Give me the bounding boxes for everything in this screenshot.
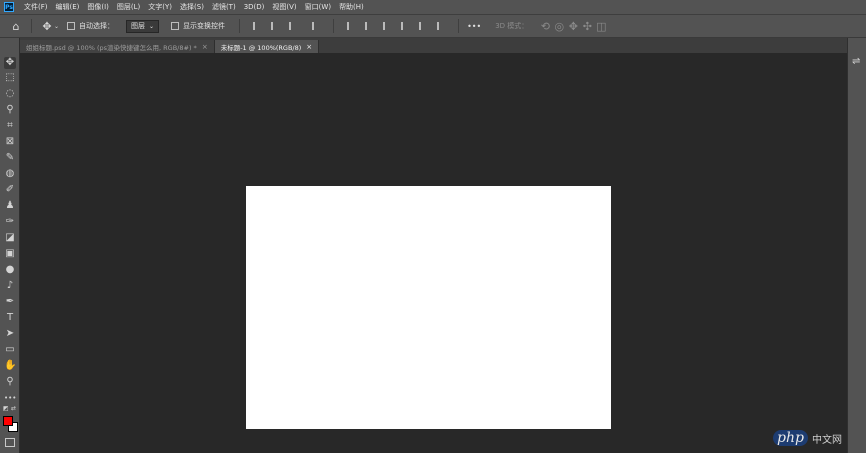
menu-help[interactable]: 帮助(H) (335, 2, 368, 12)
history-brush-tool-icon[interactable]: ✑ (4, 216, 16, 228)
default-colors-icon[interactable]: ◩ (3, 405, 9, 412)
auto-select-value: 图层 (131, 21, 146, 30)
menu-edit[interactable]: 编辑(E) (52, 2, 84, 12)
align-left-icon[interactable] (253, 22, 261, 30)
align-right-icon[interactable] (289, 22, 297, 30)
3d-rotate-icon[interactable]: ⟲ (538, 20, 552, 33)
3d-roll-icon[interactable]: ◎ (552, 20, 566, 33)
more-tools-icon[interactable]: ••• (4, 392, 16, 404)
foreground-color-swatch[interactable] (3, 416, 13, 426)
show-transform-label: 显示变换控件 (183, 22, 226, 30)
tab-label: 姐姐标题.psd @ 100% (ps渲染快捷键怎么用, RGB/8#) * (26, 43, 197, 52)
menu-layer[interactable]: 图层(L) (113, 2, 144, 12)
menu-file[interactable]: 文件(F) (20, 2, 52, 12)
align-bottom-icon[interactable] (383, 22, 391, 30)
watermark-logo: php (773, 430, 808, 446)
menu-view[interactable]: 视图(V) (268, 2, 300, 12)
pen-tool-icon[interactable]: ✒ (4, 296, 16, 308)
menu-3d[interactable]: 3D(D) (240, 3, 269, 11)
more-options-button[interactable]: ••• (467, 22, 481, 31)
distribute-icon[interactable] (312, 22, 320, 30)
move-tool-preset-icon[interactable]: ✥ (40, 20, 54, 33)
frame-tool-icon[interactable]: ⊠ (4, 136, 16, 148)
stamp-tool-icon[interactable]: ♟ (4, 200, 16, 212)
document-canvas[interactable] (246, 186, 611, 429)
auto-select-checkbox[interactable] (67, 22, 76, 30)
move-tool-icon[interactable]: ✥ (4, 57, 16, 69)
home-icon[interactable]: ⌂ (9, 20, 23, 33)
watermark: php 中文网 (773, 430, 842, 446)
watermark-text: 中文网 (811, 434, 842, 446)
shape-tool-icon[interactable]: ▭ (4, 344, 16, 356)
menu-select[interactable]: 选择(S) (176, 2, 208, 12)
dodge-tool-icon[interactable]: ♪ (4, 280, 16, 292)
menu-filter[interactable]: 滤镜(T) (208, 2, 240, 12)
3d-slide-icon[interactable]: ✣ (580, 20, 594, 33)
menu-type[interactable]: 文字(Y) (144, 2, 176, 12)
eyedropper-tool-icon[interactable]: ✎ (4, 152, 16, 164)
swap-colors-icon[interactable]: ⇄ (11, 405, 16, 412)
quick-mask-icon[interactable] (5, 438, 15, 447)
distribute-spacing-icon[interactable] (437, 22, 445, 30)
tab-document-2[interactable]: 未标题-1 @ 100%(RGB/8) × (214, 40, 320, 53)
align-center-icon[interactable] (271, 22, 279, 30)
tab-document-1[interactable]: 姐姐标题.psd @ 100% (ps渲染快捷键怎么用, RGB/8#) * × (20, 40, 215, 53)
tab-label: 未标题-1 @ 100%(RGB/8) (220, 43, 302, 52)
auto-select-dropdown[interactable]: 图层 ⌄ (126, 19, 160, 33)
lasso-tool-icon[interactable]: ◌ (4, 88, 16, 100)
right-panel-dock: ⇌ (847, 38, 866, 453)
tools-panel: ✥ ⬚ ◌ ⚲ ⌗ ⊠ ✎ ◍ ✐ ♟ ✑ ◪ ▣ ● ♪ ✒ T ➤ ▭ ✋ … (0, 38, 20, 453)
eraser-tool-icon[interactable]: ◪ (4, 232, 16, 244)
crop-tool-icon[interactable]: ⌗ (4, 120, 16, 132)
document-tabs: 姐姐标题.psd @ 100% (ps渲染快捷键怎么用, RGB/8#) * ×… (20, 38, 847, 53)
type-tool-icon[interactable]: T (4, 312, 16, 324)
healing-tool-icon[interactable]: ◍ (4, 168, 16, 180)
divider (458, 19, 460, 33)
align-top-icon[interactable] (347, 22, 355, 30)
3d-scale-icon[interactable]: ◫ (594, 20, 608, 33)
blur-tool-icon[interactable]: ● (4, 264, 16, 276)
quick-select-tool-icon[interactable]: ⚲ (4, 104, 16, 116)
chevron-down-icon: ⌄ (149, 22, 155, 30)
3d-pan-icon[interactable]: ✥ (566, 20, 580, 33)
menu-window[interactable]: 窗口(W) (301, 2, 335, 12)
close-icon[interactable]: × (306, 43, 312, 51)
options-bar: ⌂ ✥ ⌄ 自动选择： 图层 ⌄ 显示变换控件 ••• 3D 模式： ⟲ ◎ ✥… (0, 14, 866, 38)
close-icon[interactable]: × (202, 43, 208, 51)
divider (31, 19, 32, 33)
photoshop-logo-icon: Ps (4, 2, 14, 12)
menu-bar: Ps 文件(F) 编辑(E) 图像(I) 图层(L) 文字(Y) 选择(S) 滤… (0, 0, 866, 14)
divider (333, 19, 335, 33)
show-transform-checkbox[interactable] (171, 22, 180, 30)
hand-tool-icon[interactable]: ✋ (4, 360, 16, 372)
marquee-tool-icon[interactable]: ⬚ (4, 72, 16, 84)
divider (239, 19, 241, 33)
align-middle-icon[interactable] (365, 22, 373, 30)
menu-image[interactable]: 图像(I) (83, 2, 113, 12)
chevron-down-icon[interactable]: ⌄ (54, 23, 59, 30)
path-select-tool-icon[interactable]: ➤ (4, 328, 16, 340)
distribute-horizontal-icon[interactable] (419, 22, 427, 30)
gradient-tool-icon[interactable]: ▣ (4, 248, 16, 260)
distribute-vertical-icon[interactable] (401, 22, 409, 30)
brush-tool-icon[interactable]: ✐ (4, 184, 16, 196)
3d-mode-label: 3D 模式： (495, 22, 529, 30)
history-panel-icon[interactable]: ⇌ (852, 56, 860, 67)
auto-select-label: 自动选择： (79, 22, 115, 30)
zoom-tool-icon[interactable]: ⚲ (4, 376, 16, 388)
